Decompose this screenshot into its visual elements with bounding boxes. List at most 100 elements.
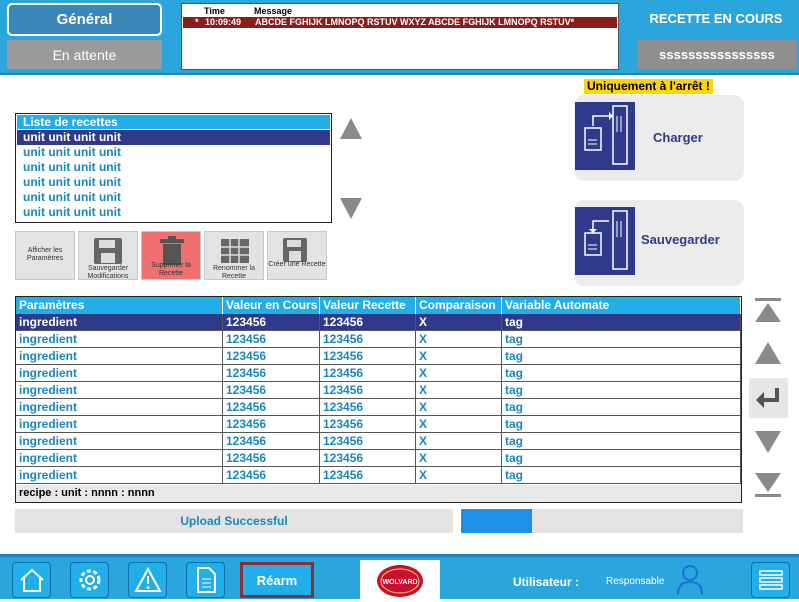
user-button[interactable] <box>676 563 704 600</box>
table-enter-button[interactable] <box>749 378 788 418</box>
load-label: Charger <box>653 130 703 145</box>
table-row[interactable]: ingredient 123456 123456 Xtag <box>16 467 741 484</box>
header-bar: Général En attente Time Message * 10:09:… <box>0 0 799 73</box>
create-recipe-button[interactable]: Créer une Recette <box>267 231 327 280</box>
table-cell: tag <box>502 399 741 415</box>
warning-icon <box>133 567 162 592</box>
floppy-icon <box>94 238 122 264</box>
table-row[interactable]: ingredient 123456 123456 Xtag <box>16 382 741 399</box>
save-button[interactable]: Sauvegarder <box>574 200 744 286</box>
col-header-params[interactable]: Paramètres <box>16 297 223 314</box>
user-value: Responsable <box>606 576 665 587</box>
recipe-list-title: Liste de recettes <box>17 115 330 129</box>
table-cell: tag <box>502 467 741 483</box>
table-last-button[interactable] <box>752 469 784 501</box>
menu-icon <box>758 570 783 590</box>
tab-waiting[interactable]: En attente <box>7 40 162 69</box>
table-cell: tag <box>502 416 741 432</box>
table-cell: X <box>416 314 502 330</box>
rearm-button[interactable]: Réarm <box>240 562 314 598</box>
table-cell: 123456 <box>320 416 416 432</box>
alarm-panel[interactable]: Time Message * 10:09:49 ABCDE FGHIJK LMN… <box>181 3 619 70</box>
rename-recipe-button[interactable]: Renommer la Recette <box>204 231 264 280</box>
list-scroll-up-button[interactable] <box>336 113 366 143</box>
rename-recipe-label: Renommer la Recette <box>212 265 255 280</box>
table-cell: 123456 <box>223 416 320 432</box>
recipe-list[interactable]: Liste de recettes unit unit unit unit un… <box>15 113 332 223</box>
table-row[interactable]: ingredient 123456 123456 Xtag <box>16 314 741 331</box>
table-row[interactable]: ingredient 123456 123456 Xtag <box>16 433 741 450</box>
alarm-row[interactable]: * 10:09:49 ABCDE FGHIJK LMNOPQ RSTUV WXY… <box>183 17 617 28</box>
triangle-up-icon <box>755 342 781 364</box>
table-cell: 123456 <box>223 331 320 347</box>
save-label: Sauvegarder <box>641 232 720 247</box>
menu-button[interactable] <box>751 562 790 598</box>
gear-icon <box>79 569 100 591</box>
table-down-button[interactable] <box>752 426 784 458</box>
alarms-button[interactable] <box>128 562 167 598</box>
table-cell: ingredient <box>16 331 223 347</box>
alarm-flag: * <box>195 17 199 27</box>
table-cell: X <box>416 348 502 364</box>
recipe-status: RECETTE EN COURS <box>649 11 783 26</box>
triangle-down-icon <box>755 431 781 453</box>
col-header-variable[interactable]: Variable Automate <box>502 297 741 314</box>
recipe-list-item[interactable]: unit unit unit unit <box>17 160 330 175</box>
settings-button[interactable] <box>70 562 109 598</box>
last-page-icon <box>755 473 781 497</box>
recipe-list-item[interactable]: unit unit unit unit <box>17 175 330 190</box>
save-changes-button[interactable]: Sauvegarder Modifications <box>78 231 138 280</box>
show-params-button[interactable]: Afficher les Paramètres <box>15 231 75 280</box>
recipe-list-item[interactable]: unit unit unit unit <box>17 145 330 160</box>
table-row[interactable]: ingredient 123456 123456 Xtag <box>16 365 741 382</box>
table-cell: 123456 <box>223 467 320 483</box>
stop-only-warning: Uniquement à l'arrêt ! <box>584 79 713 94</box>
table-cell: 123456 <box>223 382 320 398</box>
table-cell: tag <box>502 450 741 466</box>
col-header-compare[interactable]: Comparaison <box>416 297 502 314</box>
save-changes-label: Sauvegarder Modifications <box>87 265 129 280</box>
table-cell: X <box>416 382 502 398</box>
parameters-table[interactable]: Paramètres Valeur en Cours Valeur Recett… <box>15 296 742 503</box>
table-cell: 123456 <box>320 467 416 483</box>
table-cell: tag <box>502 348 741 364</box>
recipe-list-item[interactable]: unit unit unit unit <box>17 130 330 145</box>
table-cell: ingredient <box>16 433 223 449</box>
user-icon <box>677 565 703 595</box>
load-button[interactable]: Charger <box>574 95 744 181</box>
alarm-header: Time Message <box>182 6 618 17</box>
tab-general[interactable]: Général <box>7 3 162 36</box>
home-button[interactable] <box>12 562 51 598</box>
triangle-up-icon <box>340 118 362 139</box>
table-cell: X <box>416 365 502 381</box>
table-cell: ingredient <box>16 450 223 466</box>
table-cell: 123456 <box>320 450 416 466</box>
table-cell: tag <box>502 331 741 347</box>
table-cell: ingredient <box>16 416 223 432</box>
alarm-col-time: Time <box>204 6 225 16</box>
table-cell: X <box>416 467 502 483</box>
table-cell: X <box>416 399 502 415</box>
table-cell: X <box>416 331 502 347</box>
table-cell: ingredient <box>16 348 223 364</box>
table-first-button[interactable] <box>752 294 784 326</box>
table-cell: 123456 <box>223 348 320 364</box>
table-row[interactable]: ingredient 123456 123456 Xtag <box>16 399 741 416</box>
table-up-button[interactable] <box>752 337 784 369</box>
table-row[interactable]: ingredient 123456 123456 Xtag <box>16 331 741 348</box>
table-cell: 123456 <box>223 433 320 449</box>
recipe-list-item[interactable]: unit unit unit unit <box>17 190 330 205</box>
table-cell: 123456 <box>320 314 416 330</box>
col-header-recipe[interactable]: Valeur Recette <box>320 297 416 314</box>
col-header-current[interactable]: Valeur en Cours <box>223 297 320 314</box>
list-scroll-down-button[interactable] <box>336 193 366 223</box>
recipe-list-item[interactable]: unit unit unit unit <box>17 205 330 220</box>
delete-recipe-button[interactable]: Supprimer la Recette <box>141 231 201 280</box>
recipes-button[interactable] <box>186 562 225 598</box>
table-row[interactable]: ingredient 123456 123456 Xtag <box>16 348 741 365</box>
table-row[interactable]: ingredient 123456 123456 Xtag <box>16 450 741 467</box>
save-icon <box>575 207 635 275</box>
table-row[interactable]: ingredient 123456 123456 Xtag <box>16 416 741 433</box>
alarm-col-message: Message <box>254 6 293 16</box>
footer-bar: Réarm WOLVARD Utilisateur : Responsable <box>0 554 799 602</box>
